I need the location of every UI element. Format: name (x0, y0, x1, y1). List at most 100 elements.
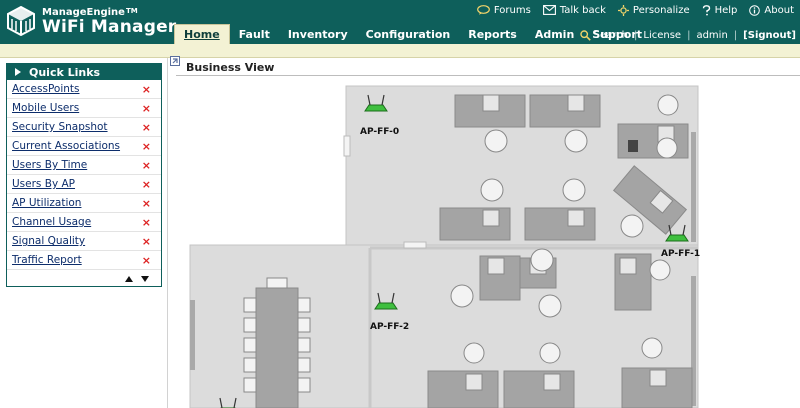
quick-link-mobile-users: Mobile Users × (7, 99, 161, 118)
conference-table (255, 287, 299, 408)
remove-link-icon[interactable]: × (142, 159, 151, 172)
conference-chair (266, 277, 288, 289)
quick-link-label[interactable]: Traffic Report (12, 254, 82, 266)
quick-link-label[interactable]: Security Snapshot (12, 121, 108, 133)
round-chair (484, 129, 508, 153)
doorway (343, 135, 351, 157)
ap-label: AP-FF-0 (360, 127, 399, 137)
conference-chairs-left (243, 297, 257, 393)
desk (529, 94, 601, 128)
brand-product-name: WiFi Manager (42, 17, 177, 37)
round-chair (657, 94, 679, 116)
talk-back-link[interactable]: Talk back (542, 4, 606, 16)
workstation-chair (487, 257, 505, 275)
personalize-link[interactable]: Personalize (617, 4, 690, 16)
round-chair (463, 342, 485, 364)
remove-link-icon[interactable]: × (142, 235, 151, 248)
quick-links-scroll-arrows (125, 276, 149, 282)
quick-link-current-associations: Current Associations × (7, 137, 161, 156)
floor-plan-map[interactable]: AP-FF-0 AP-FF-1 AP-FF-2 (170, 78, 800, 408)
remove-link-icon[interactable]: × (142, 178, 151, 191)
round-chair (564, 129, 588, 153)
header-tab-band (0, 44, 800, 58)
workstation-chair (482, 94, 500, 112)
info-icon (749, 4, 761, 16)
help-label: Help (714, 4, 738, 16)
license-link[interactable]: License (643, 30, 681, 41)
quick-link-ap-utilization: AP Utilization × (7, 194, 161, 213)
search-link[interactable]: Search (594, 30, 628, 41)
tab-home[interactable]: Home (174, 24, 230, 44)
about-label: About (764, 4, 794, 16)
quick-link-signal-quality: Signal Quality × (7, 232, 161, 251)
round-chair (530, 248, 554, 272)
workstation-chair (482, 209, 500, 227)
tab-fault[interactable]: Fault (230, 26, 279, 44)
workstation-chair (567, 209, 585, 227)
quick-link-label[interactable]: Mobile Users (12, 102, 79, 114)
quick-link-label[interactable]: Users By Time (12, 159, 87, 171)
quick-link-label[interactable]: Channel Usage (12, 216, 91, 228)
tab-configuration[interactable]: Configuration (357, 26, 460, 44)
link-separator: | (687, 29, 691, 41)
talk-back-label: Talk back (559, 4, 606, 16)
tab-inventory[interactable]: Inventory (279, 26, 357, 44)
remove-link-icon[interactable]: × (142, 83, 151, 96)
remove-link-icon[interactable]: × (142, 102, 151, 115)
top-utility-links: Forums Talk back Personalize Help About (465, 3, 794, 17)
tab-reports[interactable]: Reports (459, 26, 526, 44)
help-link[interactable]: Help (702, 4, 738, 16)
remove-link-icon[interactable]: × (142, 254, 151, 267)
round-chair (562, 178, 586, 202)
quick-link-label[interactable]: AccessPoints (12, 83, 80, 95)
page-title: Business View (186, 61, 275, 74)
question-icon (702, 4, 710, 16)
current-user: admin (696, 29, 728, 41)
workstation-chair (619, 257, 637, 275)
forums-label: Forums (493, 4, 531, 16)
wall-strip (190, 300, 195, 370)
gear-icon (617, 4, 629, 16)
personalize-label: Personalize (632, 4, 690, 16)
remove-link-icon[interactable]: × (142, 140, 151, 153)
round-chair (649, 259, 671, 281)
round-chair (656, 137, 678, 159)
round-chair (480, 178, 504, 202)
quick-link-label[interactable]: AP Utilization (12, 197, 81, 209)
remove-link-icon[interactable]: × (142, 197, 151, 210)
quick-link-label[interactable]: Signal Quality (12, 235, 85, 247)
ap-label: AP-FF-1 (661, 249, 700, 259)
round-chair (620, 214, 644, 238)
forums-link[interactable]: Forums (476, 4, 531, 16)
desk (503, 370, 575, 408)
envelope-icon (542, 5, 556, 15)
workstation-chair (567, 94, 585, 112)
quick-link-label[interactable]: Users By AP (12, 178, 75, 190)
scroll-up-icon[interactable] (125, 276, 133, 282)
about-link[interactable]: About (749, 5, 794, 16)
view-toggle-icon[interactable] (170, 56, 180, 66)
quick-link-security-snapshot: Security Snapshot × (7, 118, 161, 137)
quick-link-users-by-ap: Users By AP × (7, 175, 161, 194)
conference-chairs-right (297, 297, 311, 393)
quick-links-panel: Quick Links AccessPoints × Mobile Users … (6, 63, 162, 287)
workstation-chair (649, 369, 667, 387)
remove-link-icon[interactable]: × (142, 121, 151, 134)
wall-strip (691, 132, 696, 242)
ap-label: AP-FF-2 (370, 322, 409, 332)
round-chair (450, 284, 474, 308)
workstation-chair (465, 373, 483, 391)
quick-links-header[interactable]: Quick Links (7, 64, 161, 80)
quick-link-accesspoints: AccessPoints × (7, 80, 161, 99)
quick-link-label[interactable]: Current Associations (12, 140, 120, 152)
search-icon[interactable] (579, 29, 591, 41)
round-chair (538, 294, 562, 318)
tab-admin[interactable]: Admin (526, 26, 583, 44)
signout-link[interactable]: [Signout] (743, 30, 796, 41)
manageengine-logo-icon (7, 6, 35, 36)
quick-link-users-by-time: Users By Time × (7, 156, 161, 175)
quick-link-channel-usage: Channel Usage × (7, 213, 161, 232)
scroll-down-icon[interactable] (141, 276, 149, 282)
title-divider (176, 75, 800, 76)
remove-link-icon[interactable]: × (142, 216, 151, 229)
